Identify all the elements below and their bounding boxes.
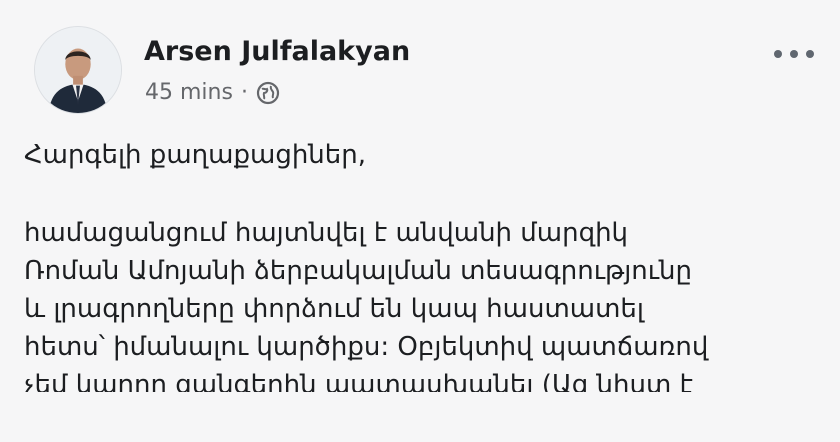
post-body: համացանցում հայտնվել է անվանի մարզիկ Ռոմ…	[24, 214, 814, 392]
post-body-line: և լրագրողները փորձում են կապ հաստատել	[24, 294, 644, 324]
author-name[interactable]: Arsen Julfalakyan	[144, 36, 410, 67]
post-text: Հարգելի քաղաքացիներ, համացանցում հայտնվե…	[24, 136, 814, 392]
more-dot	[806, 50, 814, 58]
post-header: Arsen Julfalakyan 45 mins ·	[34, 26, 814, 118]
post-body-line: հետս՝ իմանալու կարծիքս: Օբյեկտիվ պատճառո…	[24, 332, 709, 362]
post-body-line: չեմ կարող զանգերին պատասխանել (Ազ նիստ է	[24, 370, 693, 392]
more-dot	[790, 50, 798, 58]
post-greeting: Հարգելի քաղաքացիներ,	[24, 140, 366, 170]
post-body-line: համացանցում հայտնվել է անվանի մարզիկ	[24, 218, 629, 248]
post-meta: 45 mins ·	[145, 80, 280, 105]
more-options-icon[interactable]	[774, 42, 814, 66]
avatar-photo	[35, 27, 121, 113]
author-avatar[interactable]	[34, 26, 122, 114]
meta-separator: ·	[240, 80, 248, 105]
more-dot	[774, 50, 782, 58]
post-time[interactable]: 45 mins	[145, 80, 233, 105]
post-body-line: Ռոման Ամոյանի ձերբակալման տեսագրությունը	[24, 256, 693, 286]
facebook-post: Arsen Julfalakyan 45 mins · Հարգելի քաղա…	[0, 0, 840, 442]
globe-icon[interactable]	[256, 81, 280, 105]
